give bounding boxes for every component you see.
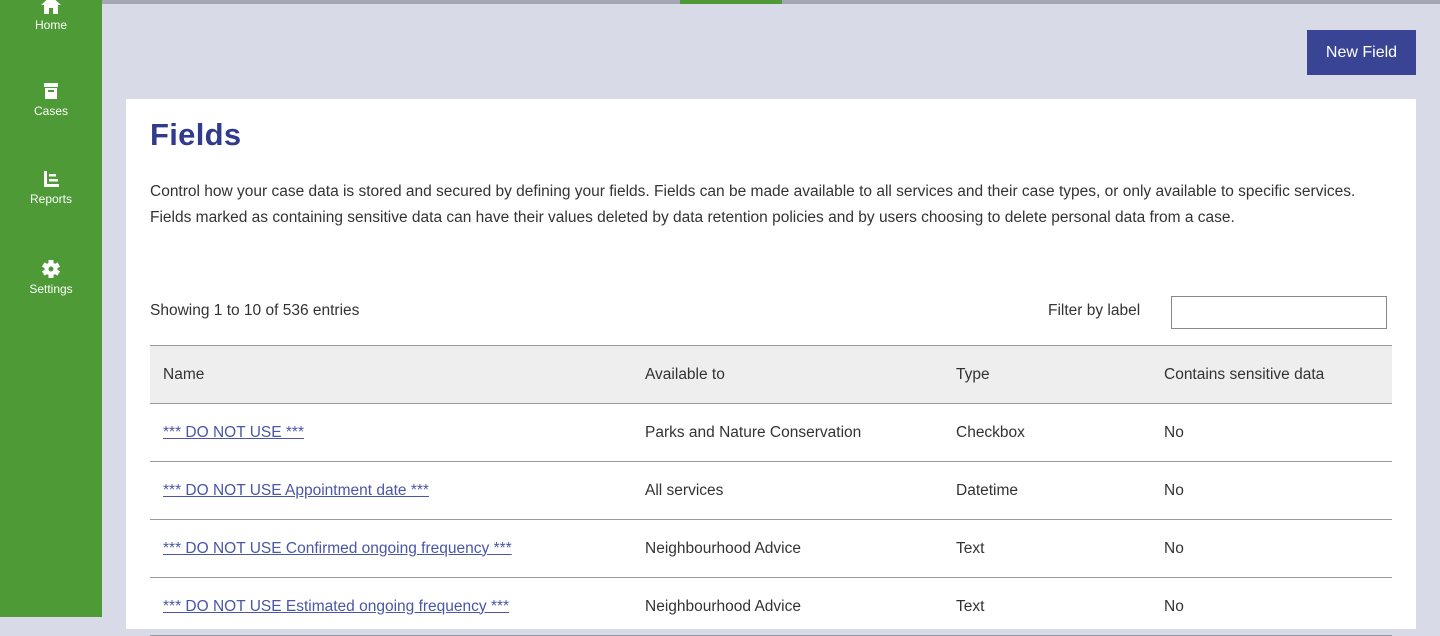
table-row: *** DO NOT USE *** Parks and Nature Cons…: [150, 403, 1392, 462]
cell-name: *** DO NOT USE ***: [150, 403, 632, 462]
cell-sensitive: No: [1151, 519, 1392, 578]
table-row: *** DO NOT USE Appointment date *** All …: [150, 461, 1392, 520]
page-description: Control how your case data is stored and…: [150, 183, 1356, 226]
gear-icon: [0, 258, 102, 280]
table-header-row: Name Available to Type Contains sensitiv…: [150, 345, 1392, 404]
cell-sensitive: No: [1151, 461, 1392, 520]
cell-type: Text: [943, 577, 1151, 636]
column-header-name[interactable]: Name: [150, 345, 632, 404]
cell-available-to: Parks and Nature Conservation: [632, 403, 943, 462]
active-tab-indicator: [680, 0, 782, 4]
cell-type: Datetime: [943, 461, 1151, 520]
field-link[interactable]: *** DO NOT USE ***: [163, 424, 304, 441]
cell-type: Checkbox: [943, 403, 1151, 462]
table-row: *** DO NOT USE Confirmed ongoing frequen…: [150, 519, 1392, 578]
cell-type: Text: [943, 519, 1151, 578]
cell-name: *** DO NOT USE Appointment date ***: [150, 461, 632, 520]
field-link[interactable]: *** DO NOT USE Estimated ongoing frequen…: [163, 598, 509, 615]
cell-sensitive: No: [1151, 577, 1392, 636]
field-link[interactable]: *** DO NOT USE Confirmed ongoing frequen…: [163, 540, 512, 557]
cell-available-to: Neighbourhood Advice: [632, 577, 943, 636]
cell-available-to: Neighbourhood Advice: [632, 519, 943, 578]
cell-sensitive: No: [1151, 403, 1392, 462]
archive-icon: [0, 80, 102, 102]
filter-input[interactable]: [1171, 296, 1387, 329]
column-header-type[interactable]: Type: [943, 345, 1151, 404]
nav-label-settings: Settings: [29, 282, 73, 296]
table-row: *** DO NOT USE Estimated ongoing frequen…: [150, 577, 1392, 636]
column-header-sensitive[interactable]: Contains sensitive data: [1151, 345, 1392, 404]
nav-item-settings[interactable]: Settings: [0, 258, 102, 296]
entries-info: Showing 1 to 10 of 536 entries: [150, 302, 360, 319]
sidebar: Home Cases Reports Settings: [0, 0, 102, 617]
nav-item-home[interactable]: Home: [0, 0, 102, 32]
column-header-available-to[interactable]: Available to: [632, 345, 943, 404]
nav-item-reports[interactable]: Reports: [0, 168, 102, 206]
cell-name: *** DO NOT USE Estimated ongoing frequen…: [150, 577, 632, 636]
filter-label: Filter by label: [1048, 302, 1141, 319]
field-link[interactable]: *** DO NOT USE Appointment date ***: [163, 482, 429, 499]
bar-chart-icon: [0, 168, 102, 190]
nav-item-cases[interactable]: Cases: [0, 80, 102, 118]
nav-label-reports: Reports: [29, 192, 73, 206]
nav-label-cases: Cases: [33, 104, 68, 118]
page-title: Fields: [150, 117, 242, 152]
cell-available-to: All services: [632, 461, 943, 520]
home-icon: [0, 0, 102, 16]
nav-label-home: Home: [34, 18, 67, 32]
fields-panel: Fields Control how your case data is sto…: [126, 99, 1416, 636]
cell-name: *** DO NOT USE Confirmed ongoing frequen…: [150, 519, 632, 578]
new-field-button[interactable]: New Field: [1307, 30, 1416, 75]
fields-table: Name Available to Type Contains sensitiv…: [150, 345, 1392, 636]
